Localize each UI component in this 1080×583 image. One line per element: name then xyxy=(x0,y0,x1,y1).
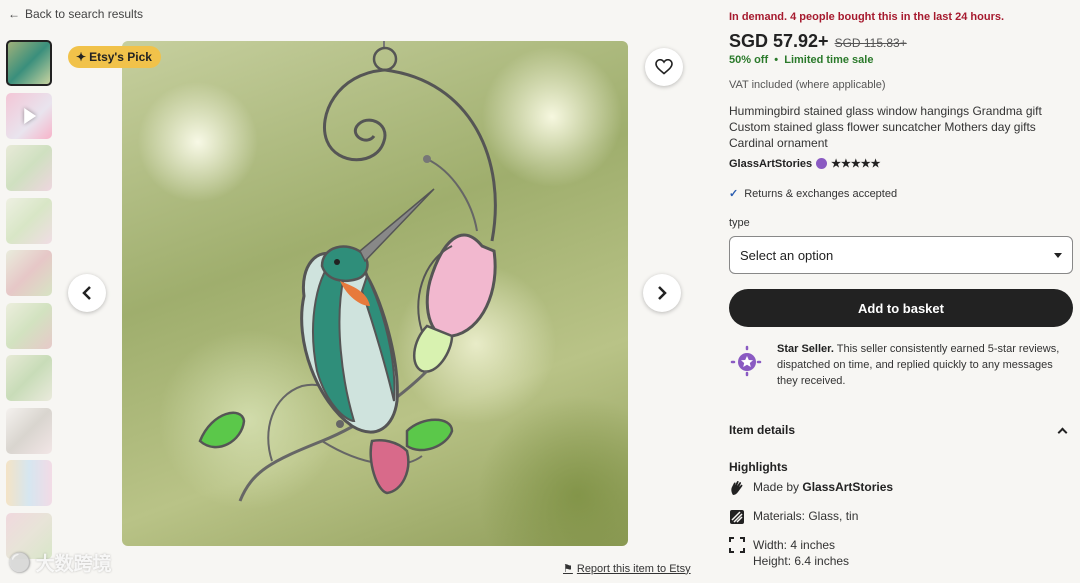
price-row: SGD 57.92+ SGD 115.83+ xyxy=(729,31,907,52)
caret-down-icon xyxy=(1054,252,1062,258)
watermark: ⚪ 大数跨境 xyxy=(8,549,112,576)
item-details-heading: Item details xyxy=(729,423,796,437)
sale-info: 50% off • Limited time sale xyxy=(729,54,873,66)
shop-name-link[interactable]: GlassArtStories xyxy=(729,158,812,170)
watermark-logo-icon: ⚪ xyxy=(8,552,32,574)
thumbnail-3[interactable] xyxy=(6,145,52,191)
arrow-left-icon: ← xyxy=(8,7,20,21)
dimensions-text: Width: 4 inches Height: 6.4 inches xyxy=(753,537,849,569)
star-seller-notice: Star Seller. This seller consistently ea… xyxy=(729,341,1074,389)
product-title: Hummingbird stained glass window hanging… xyxy=(729,104,1042,150)
width-text: Width: 4 inches xyxy=(753,538,836,552)
hand-icon xyxy=(731,480,743,495)
report-item-link[interactable]: ⚑ Report this item to Etsy xyxy=(563,562,691,576)
add-to-basket-button[interactable]: Add to basket xyxy=(729,289,1073,327)
checkmark-icon: ✓ xyxy=(729,188,739,200)
back-to-search-link[interactable]: ← Back to search results xyxy=(8,7,143,21)
chevron-left-icon xyxy=(82,286,91,300)
demand-notice: In demand. 4 people bought this in the l… xyxy=(729,11,1005,23)
thumbnail-8[interactable] xyxy=(6,407,52,454)
shop-row: GlassArtStories ★★★★★ xyxy=(729,157,880,171)
highlights-heading: Highlights xyxy=(729,460,788,474)
hummingbird-suncatcher-illustration xyxy=(198,41,497,502)
returns-label: Returns & exchanges accepted xyxy=(744,187,898,200)
previous-image-button[interactable] xyxy=(68,274,106,312)
made-by-shop-link[interactable]: GlassArtStories xyxy=(802,480,893,494)
star-seller-badge-icon xyxy=(730,345,764,379)
dimensions-icon xyxy=(729,537,745,553)
type-label: type xyxy=(729,217,750,229)
current-price: SGD 57.92+ xyxy=(729,31,829,51)
thumbnail-strip xyxy=(6,40,54,565)
favorite-button[interactable] xyxy=(645,48,683,86)
chevron-up-icon xyxy=(1057,427,1068,437)
heart-icon xyxy=(655,59,673,75)
select-value: Select an option xyxy=(740,247,834,263)
type-select[interactable]: Select an option xyxy=(729,236,1073,274)
next-image-button[interactable] xyxy=(643,274,681,312)
made-by-text: Made by GlassArtStories xyxy=(753,480,893,494)
star-seller-text: Star Seller. This seller consistently ea… xyxy=(777,341,1074,389)
materials-row: Materials: Glass, tin xyxy=(729,509,858,525)
play-icon xyxy=(24,107,37,124)
badge-label: Etsy's Pick xyxy=(89,50,152,64)
returns-row: ✓ Returns & exchanges accepted xyxy=(729,187,898,201)
dimensions-row: Width: 4 inches Height: 6.4 inches xyxy=(729,537,849,569)
sparkle-icon: ✦ xyxy=(76,50,87,64)
materials-icon xyxy=(730,510,744,524)
etsys-pick-badge: ✦ Etsy's Pick xyxy=(68,46,161,68)
vat-note: VAT included (where applicable) xyxy=(729,79,886,91)
bullet-separator: • xyxy=(771,54,782,66)
report-label: Report this item to Etsy xyxy=(576,562,691,575)
thumbnail-9[interactable] xyxy=(6,460,52,506)
height-text: Height: 6.4 inches xyxy=(753,554,850,568)
thumbnail-4[interactable] xyxy=(6,197,52,244)
original-price: SGD 115.83+ xyxy=(834,36,907,50)
star-seller-title: Star Seller. xyxy=(777,343,834,355)
flag-icon: ⚑ xyxy=(563,563,573,575)
thumbnail-5[interactable] xyxy=(6,250,52,296)
watermark-text: 大数跨境 xyxy=(35,554,112,575)
made-by-row: Made by GlassArtStories xyxy=(729,480,893,496)
made-by-prefix: Made by xyxy=(753,480,800,494)
sale-label: Limited time sale xyxy=(784,54,874,66)
rating-stars[interactable]: ★★★★★ xyxy=(831,157,880,170)
item-details-toggle[interactable]: Item details xyxy=(729,423,1074,437)
star-seller-seal-icon xyxy=(816,158,828,169)
thumbnail-video[interactable] xyxy=(6,92,52,139)
chevron-right-icon xyxy=(658,286,667,300)
discount-label: 50% off xyxy=(729,54,769,66)
materials-text: Materials: Glass, tin xyxy=(753,509,859,523)
main-product-image[interactable] xyxy=(122,41,628,546)
thumbnail-6[interactable] xyxy=(6,302,52,349)
thumbnail-1[interactable] xyxy=(6,40,52,86)
back-label: Back to search results xyxy=(25,7,144,21)
thumbnail-7[interactable] xyxy=(6,355,52,401)
